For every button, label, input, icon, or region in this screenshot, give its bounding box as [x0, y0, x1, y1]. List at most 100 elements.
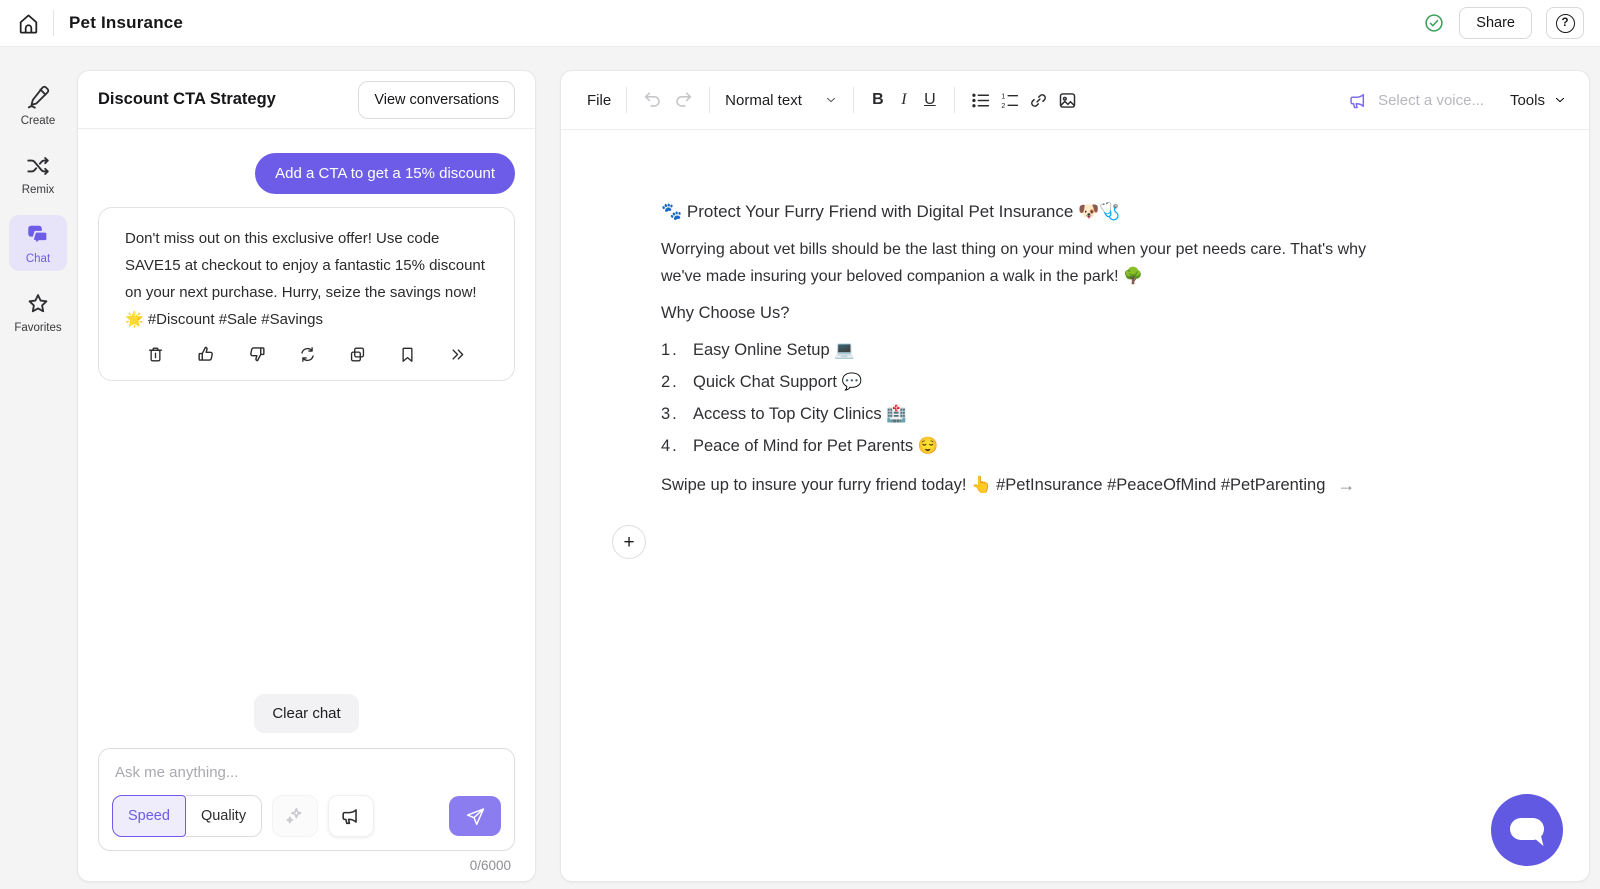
voice-placeholder: Select a voice... — [1378, 92, 1484, 109]
chat-input-controls: Speed Quality — [112, 795, 501, 837]
underline-button[interactable]: U — [917, 87, 943, 113]
view-conversations-button[interactable]: View conversations — [358, 81, 515, 119]
speed-toggle[interactable]: Speed — [112, 795, 186, 837]
toolbar-divider — [954, 87, 955, 113]
svg-text:1: 1 — [1001, 91, 1005, 100]
char-counter: 0/6000 — [470, 858, 511, 873]
pencil-icon — [25, 84, 51, 110]
regenerate-button[interactable] — [296, 342, 319, 366]
file-menu-button[interactable]: File — [583, 88, 615, 113]
left-sidebar: Create Remix Chat Favorite — [0, 47, 76, 889]
list-item-number: 2. — [661, 373, 693, 392]
delete-message-button[interactable] — [144, 342, 167, 366]
voice-megaphone-icon — [1348, 90, 1369, 111]
support-chat-launcher[interactable] — [1491, 794, 1563, 866]
underline-label: U — [924, 91, 936, 108]
toolbar-divider — [853, 87, 854, 113]
italic-label: I — [901, 91, 906, 108]
chat-panel-header: Discount CTA Strategy View conversations — [78, 71, 535, 129]
sidebar-item-chat[interactable]: Chat — [9, 215, 67, 271]
refresh-icon — [298, 345, 317, 364]
closing-text: Swipe up to insure your furry friend tod… — [661, 476, 1325, 495]
tools-dropdown[interactable]: Tools — [1510, 92, 1567, 109]
list-item-text: Easy Online Setup 💻 — [693, 341, 855, 360]
improve-button[interactable] — [272, 795, 318, 837]
bookmark-button[interactable] — [396, 342, 419, 366]
document-closing-line: Swipe up to insure your furry friend tod… — [661, 475, 1401, 496]
chevron-down-icon — [824, 93, 838, 107]
bold-button[interactable]: B — [865, 87, 891, 113]
share-button[interactable]: Share — [1459, 7, 1532, 39]
insert-image-button[interactable] — [1053, 86, 1082, 115]
send-button[interactable] — [449, 796, 501, 836]
chat-input[interactable] — [112, 762, 501, 795]
undo-button[interactable] — [638, 85, 668, 115]
sidebar-item-create[interactable]: Create — [9, 77, 67, 133]
copy-icon — [348, 345, 367, 364]
chat-footer: Clear chat Speed Quality — [78, 694, 535, 881]
list-item-text: Access to Top City Clinics 🏥 — [693, 405, 907, 424]
sidebar-item-label: Remix — [22, 184, 55, 196]
chat-launcher-icon — [1491, 794, 1563, 866]
quality-toggle[interactable]: Quality — [186, 795, 262, 837]
ai-message-text: Don't miss out on this exclusive offer! … — [125, 225, 488, 333]
help-button[interactable]: ? — [1546, 7, 1584, 39]
list-item-number: 4. — [661, 437, 693, 456]
svg-text:2: 2 — [1001, 100, 1005, 109]
double-chevron-right-icon — [448, 345, 467, 364]
saved-check-icon — [1423, 12, 1445, 34]
insert-link-button[interactable] — [1024, 86, 1053, 115]
mode-toggle: Speed Quality — [112, 795, 262, 837]
chat-bubbles-icon — [25, 222, 51, 248]
select-voice-button[interactable]: Select a voice... — [1348, 90, 1484, 111]
ai-message-card: Don't miss out on this exclusive offer! … — [98, 207, 515, 381]
list-item: 3. Access to Top City Clinics 🏥 — [661, 405, 1401, 424]
plus-icon: + — [623, 533, 634, 552]
page-title: Pet Insurance — [69, 13, 183, 33]
document-editor[interactable]: + 🐾 Protect Your Furry Friend with Digit… — [561, 130, 1501, 496]
voice-button[interactable] — [328, 795, 374, 837]
home-button[interactable] — [16, 11, 41, 36]
numbered-list-button[interactable]: 1 2 — [995, 86, 1024, 115]
document-subheading: Why Choose Us? — [661, 304, 1401, 323]
list-item: 4. Peace of Mind for Pet Parents 😌 — [661, 437, 1401, 456]
thumbs-down-button[interactable] — [245, 342, 269, 366]
thumbs-up-button[interactable] — [194, 342, 218, 366]
sidebar-item-label: Chat — [26, 253, 50, 265]
chevron-down-icon — [1553, 93, 1567, 107]
copy-button[interactable] — [346, 342, 369, 366]
home-icon — [16, 11, 41, 36]
toolbar-divider — [626, 87, 627, 113]
right-arrow-glyph: → — [1337, 475, 1355, 496]
document-numbered-list: 1. Easy Online Setup 💻 2. Quick Chat Sup… — [661, 341, 1401, 456]
document-heading: 🐾 Protect Your Furry Friend with Digital… — [661, 202, 1401, 222]
clear-chat-button[interactable]: Clear chat — [254, 694, 358, 733]
italic-button[interactable]: I — [891, 87, 917, 113]
thumbs-down-icon — [247, 344, 267, 364]
chat-title: Discount CTA Strategy — [98, 90, 276, 109]
chat-input-box: Speed Quality — [98, 748, 515, 851]
paragraph-style-dropdown[interactable]: Normal text — [721, 88, 842, 113]
numbered-list-icon: 1 2 — [999, 90, 1020, 111]
top-header: Pet Insurance Share ? — [0, 0, 1600, 47]
user-message-bubble: Add a CTA to get a 15% discount — [255, 153, 515, 194]
insert-to-editor-button[interactable] — [446, 342, 469, 366]
sparkles-icon — [284, 805, 306, 827]
redo-button[interactable] — [668, 85, 698, 115]
sidebar-item-remix[interactable]: Remix — [9, 146, 67, 202]
toolbar-divider — [709, 87, 710, 113]
sidebar-item-label: Create — [21, 115, 56, 127]
bold-label: B — [872, 91, 884, 108]
document-paragraph: Worrying about vet bills should be the l… — [661, 236, 1401, 290]
sidebar-item-favorites[interactable]: Favorites — [9, 284, 67, 340]
redo-icon — [672, 89, 694, 111]
bullet-list-button[interactable] — [966, 86, 995, 115]
thumbs-up-icon — [196, 344, 216, 364]
add-block-button[interactable]: + — [612, 525, 646, 559]
question-icon: ? — [1556, 14, 1575, 33]
list-item-text: Quick Chat Support 💬 — [693, 373, 862, 392]
list-item: 2. Quick Chat Support 💬 — [661, 373, 1401, 392]
paragraph-style-value: Normal text — [725, 92, 802, 109]
megaphone-icon — [340, 805, 362, 827]
trash-icon — [146, 345, 165, 364]
